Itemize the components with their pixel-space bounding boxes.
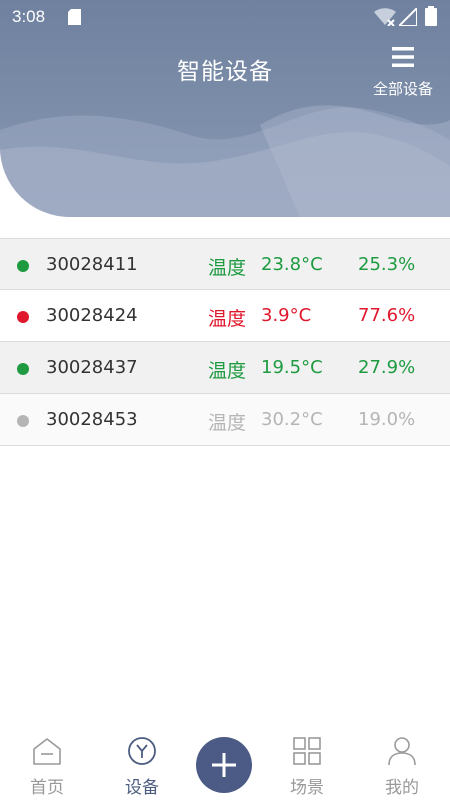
nav-scenes[interactable]: 场景 (267, 730, 347, 800)
nav-devices-label: 设备 (125, 778, 159, 798)
nav-devices[interactable]: 设备 (102, 730, 182, 800)
temperature-value: 3.9°C (261, 305, 312, 326)
temperature-label: 温度 (208, 412, 247, 434)
temperature-value: 23.8°C (261, 254, 323, 275)
device-row[interactable]: 30028437 温度 19.5°C 27.9% (0, 342, 450, 394)
device-id: 30028453 (46, 409, 138, 430)
signal-icon (399, 8, 417, 26)
hamburger-menu-icon (392, 47, 414, 67)
device-row[interactable]: 30028411 温度 23.8°C 25.3% (0, 238, 450, 290)
all-devices-menu-button[interactable]: 全部设备 (364, 42, 442, 102)
humidity-value: 77.6% (358, 305, 416, 326)
device-list: 30028411 温度 23.8°C 25.3% 30028424 温度 3.9… (0, 238, 450, 446)
nav-home-label: 首页 (30, 778, 64, 798)
temperature-value: 19.5°C (261, 357, 323, 378)
header: 3:08 智能设备 全部设备 (0, 0, 450, 217)
bottom-nav: 首页 设备 场景 我的 (0, 730, 450, 800)
device-id: 30028437 (46, 357, 138, 378)
nav-mine-label: 我的 (385, 778, 419, 798)
device-icon (128, 737, 156, 765)
status-bar: 3:08 (0, 0, 450, 34)
temperature-label: 温度 (208, 308, 247, 330)
device-row[interactable]: 30028424 温度 3.9°C 77.6% (0, 290, 450, 342)
user-icon (388, 737, 416, 766)
humidity-value: 25.3% (358, 254, 416, 275)
sd-card-icon (68, 9, 81, 25)
humidity-value: 27.9% (358, 357, 416, 378)
temperature-label: 温度 (208, 360, 247, 382)
nav-scenes-label: 场景 (290, 778, 324, 798)
status-dot (17, 311, 29, 323)
device-id: 30028424 (46, 305, 138, 326)
wifi-off-icon (374, 8, 396, 26)
device-id: 30028411 (46, 254, 138, 275)
nav-mine[interactable]: 我的 (362, 730, 442, 800)
status-dot (17, 260, 29, 272)
add-device-button[interactable] (196, 737, 252, 793)
status-dot (17, 363, 29, 375)
temperature-value: 30.2°C (261, 409, 323, 430)
status-dot (17, 415, 29, 427)
humidity-value: 19.0% (358, 409, 416, 430)
battery-icon (425, 6, 437, 26)
status-time: 3:08 (12, 7, 46, 26)
device-row[interactable]: 30028453 温度 30.2°C 19.0% (0, 394, 450, 446)
home-icon (33, 738, 61, 765)
temperature-label: 温度 (208, 257, 247, 279)
grid-icon (293, 737, 321, 765)
all-devices-label: 全部设备 (372, 80, 433, 98)
plus-icon (212, 753, 236, 777)
nav-home[interactable]: 首页 (7, 730, 87, 800)
